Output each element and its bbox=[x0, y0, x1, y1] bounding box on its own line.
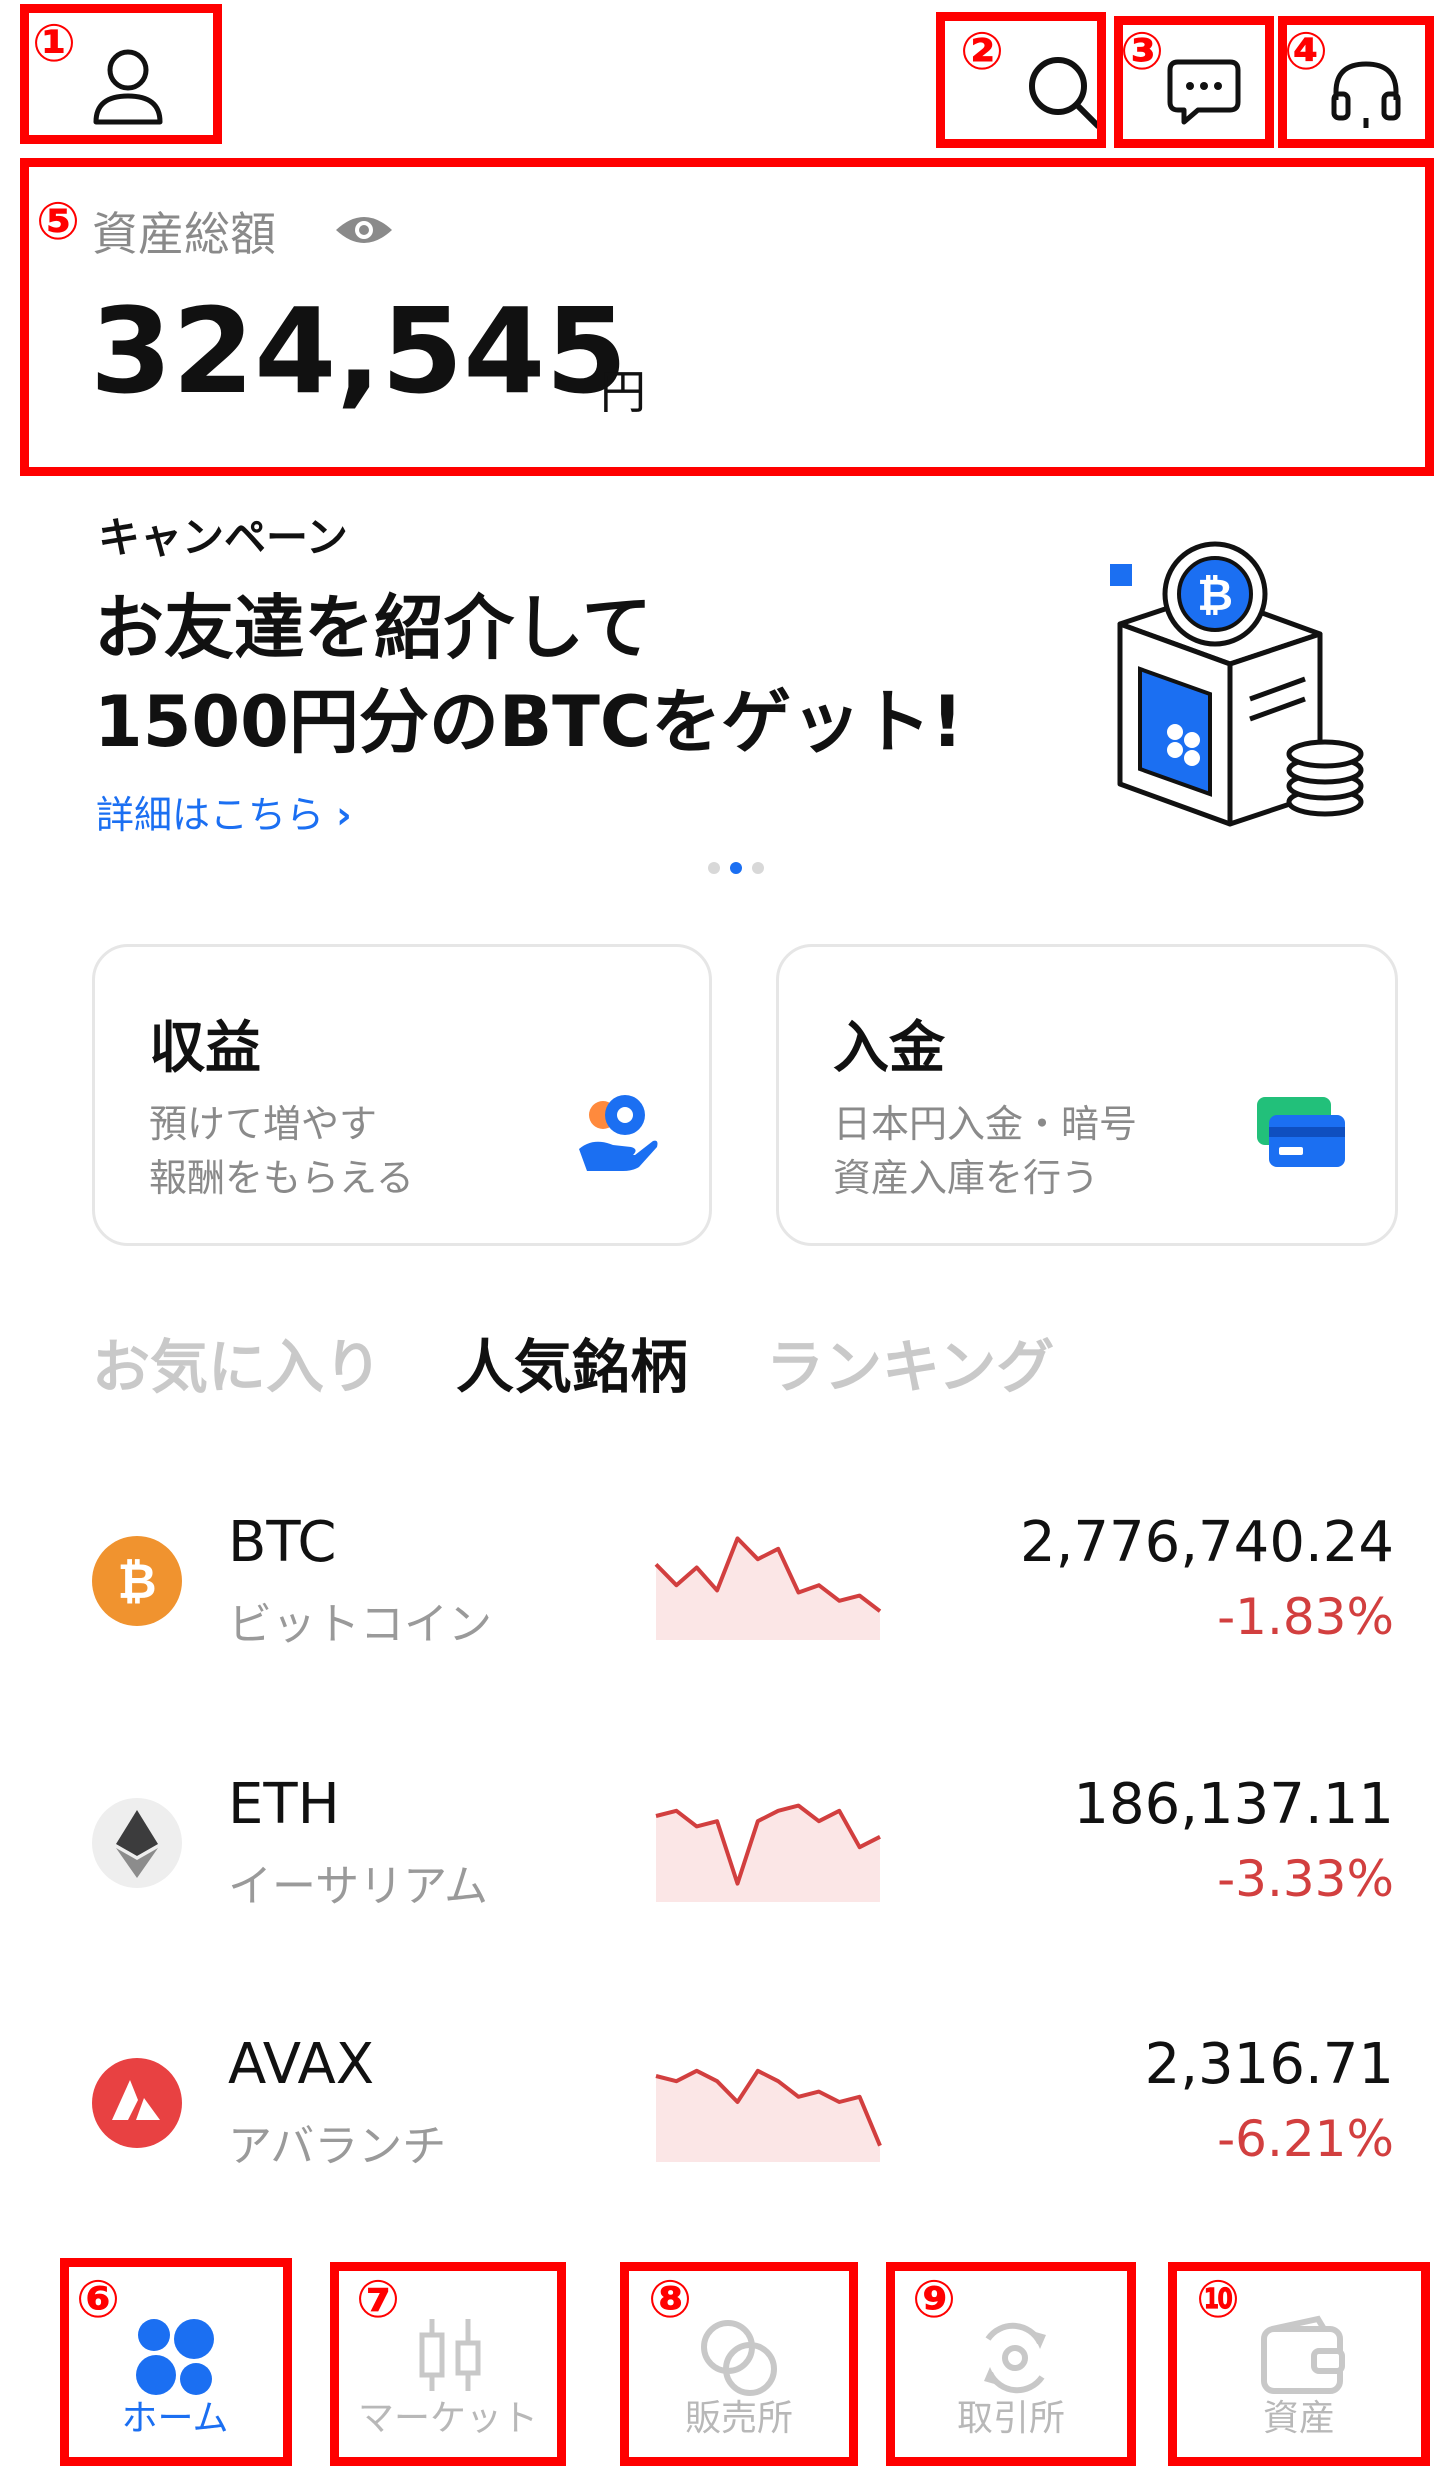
coin-row-avax[interactable]: AVAX アバランチ 2,316.71 -6.21% bbox=[0, 2022, 1456, 2222]
campaign-link-text: 詳細はこちら bbox=[96, 793, 325, 837]
ethereum-icon bbox=[92, 1798, 182, 1888]
svg-text:₿: ₿ bbox=[117, 1554, 156, 1610]
coin-price: 2,316.71 bbox=[1144, 2032, 1394, 2097]
annotation-number-8: ⑧ bbox=[648, 2270, 693, 2330]
deposit-card-title: 入金 bbox=[833, 1016, 945, 1081]
deposit-card[interactable]: 入金 日本円入金・暗号 資産入庫を行う bbox=[776, 944, 1398, 1246]
hand-coin-icon bbox=[579, 1095, 658, 1171]
coin-change: -1.83% bbox=[1217, 1588, 1394, 1646]
pager-dot bbox=[752, 862, 764, 874]
deposit-card-subtitle: 日本円入金・暗号 資産入庫を行う bbox=[833, 1102, 1138, 1200]
sparkline-chart bbox=[655, 2068, 882, 2162]
pager-dot-active bbox=[730, 862, 742, 874]
annotation-number-9: ⑨ bbox=[912, 2270, 957, 2330]
coin-symbol: ETH bbox=[228, 1772, 340, 1837]
coin-name: アバランチ bbox=[228, 2121, 447, 2172]
coin-symbol: BTC bbox=[228, 1510, 337, 1575]
coin-change: -3.33% bbox=[1217, 1850, 1394, 1908]
earn-card-subtitle: 預けて増やす 報酬をもらえる bbox=[149, 1102, 414, 1200]
campaign-tag: キャンペーン bbox=[98, 513, 348, 562]
coin-symbol: AVAX bbox=[228, 2032, 375, 2097]
pager-dot bbox=[708, 862, 720, 874]
sparkline-chart bbox=[654, 1536, 882, 1640]
annotation-number-6: ⑥ bbox=[76, 2270, 121, 2330]
tab-ranking[interactable]: ランキング bbox=[766, 1320, 1054, 1404]
earn-card[interactable]: 収益 預けて増やす 報酬をもらえる bbox=[92, 944, 712, 1246]
svg-text:₿: ₿ bbox=[1197, 570, 1233, 621]
earn-card-title: 収益 bbox=[149, 1016, 261, 1081]
annotation-number-4: ④ bbox=[1284, 22, 1329, 82]
sparkline-area bbox=[656, 2070, 880, 2162]
tab-popular[interactable]: 人気銘柄 bbox=[456, 1320, 688, 1404]
coin-price: 186,137.11 bbox=[1073, 1772, 1394, 1837]
tab-favorites[interactable]: お気に入り bbox=[92, 1320, 382, 1404]
campaign-banner[interactable]: キャンペーン お友達を紹介して 1500円分のBTCをゲット! 詳細はこちら ›… bbox=[0, 490, 1456, 870]
coin-row-btc[interactable]: ₿ BTC ビットコイン 2,776,740.24 -1.83% bbox=[0, 1500, 1456, 1700]
gift-box-illustration-icon: ₿ bbox=[1110, 541, 1364, 827]
annotation-box-5 bbox=[20, 158, 1434, 476]
avalanche-icon bbox=[92, 2058, 182, 2148]
annotation-number-3: ③ bbox=[1120, 22, 1165, 82]
chevron-right-icon: › bbox=[336, 793, 352, 837]
coin-name: ビットコイン bbox=[228, 1599, 492, 1650]
annotation-number-7: ⑦ bbox=[356, 2270, 401, 2330]
carousel-pager bbox=[708, 860, 768, 876]
coin-price: 2,776,740.24 bbox=[1019, 1510, 1394, 1575]
campaign-title-line2: 1500円分のBTCをゲット! bbox=[94, 681, 964, 763]
coin-name: イーサリアム bbox=[228, 1861, 489, 1912]
annotation-number-10: ⑩ bbox=[1196, 2270, 1241, 2330]
annotation-number-1: ① bbox=[32, 14, 77, 74]
annotation-number-2: ② bbox=[960, 22, 1005, 82]
card-deposit-icon bbox=[1257, 1097, 1345, 1167]
annotation-number-5: ⑤ bbox=[36, 192, 81, 252]
campaign-details-link[interactable]: 詳細はこちら › bbox=[96, 784, 352, 839]
bitcoin-icon: ₿ bbox=[92, 1536, 182, 1626]
campaign-title-line1: お友達を紹介して bbox=[94, 587, 652, 669]
coin-row-eth[interactable]: ETH イーサリアム 186,137.11 -3.33% bbox=[0, 1762, 1456, 1962]
sparkline-chart bbox=[655, 1803, 881, 1902]
coin-change: -6.21% bbox=[1217, 2110, 1394, 2168]
